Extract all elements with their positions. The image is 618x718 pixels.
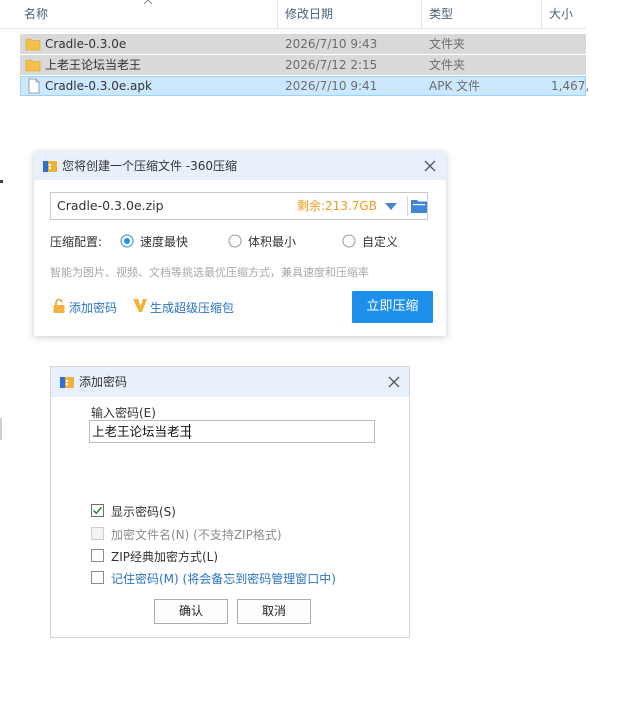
dropdown-arrow-icon[interactable] <box>385 203 397 210</box>
cancel-button[interactable]: 取消 <box>237 599 311 624</box>
file-name: 上老王论坛当老王 <box>45 58 142 72</box>
radio-smallest[interactable] <box>228 234 242 248</box>
browse-folder-icon[interactable] <box>411 199 427 213</box>
edge-fragment <box>0 180 3 183</box>
close-icon[interactable] <box>387 375 401 389</box>
password-input[interactable]: 上老王论坛当老王 <box>89 420 375 443</box>
password-value: 上老王论坛当老王 <box>92 424 193 439</box>
file-type: APK 文件 <box>429 79 481 93</box>
compress-dialog: 您将创建一个压缩文件 -360压缩 Cradle-0.3.0e.zip 剩余:2… <box>34 152 446 336</box>
archive-app-icon <box>60 377 74 388</box>
checkmark-icon <box>93 506 103 515</box>
column-divider[interactable] <box>421 0 422 28</box>
dialog-title: 添加密码 <box>79 375 128 389</box>
field-divider <box>407 196 408 216</box>
compress-now-button[interactable]: 立即压缩 <box>352 291 433 323</box>
file-name: Cradle-0.3.0e <box>45 37 127 51</box>
archive-filename: Cradle-0.3.0e.zip <box>57 198 164 213</box>
file-date: 2026/7/10 9:41 <box>285 79 378 93</box>
radio-label-fastest[interactable]: 速度最快 <box>140 233 188 250</box>
folder-icon <box>25 38 41 51</box>
encrypt-filenames-label: 加密文件名(N) (不支持ZIP格式) <box>111 528 282 542</box>
file-date: 2026/7/12 2:15 <box>285 58 378 72</box>
column-header-date[interactable]: 修改日期 <box>279 0 421 28</box>
show-password-checkbox[interactable] <box>91 504 104 517</box>
super-package-v-icon[interactable] <box>132 297 148 313</box>
lock-icon[interactable] <box>52 298 66 314</box>
radio-label-smallest[interactable]: 体积最小 <box>248 233 296 250</box>
password-dialog: 添加密码 输入密码(E) 上老王论坛当老王 显示密码(S) 加密文件名(N) (… <box>50 366 410 638</box>
show-password-label[interactable]: 显示密码(S) <box>111 503 176 520</box>
add-password-link[interactable]: 添加密码 <box>69 299 117 316</box>
encrypt-filenames-checkbox <box>91 527 104 540</box>
radio-custom[interactable] <box>342 234 356 248</box>
radio-label-custom[interactable]: 自定义 <box>362 233 398 250</box>
file-type: 文件夹 <box>429 58 466 72</box>
file-type: 文件夹 <box>429 37 466 51</box>
dialog-title-bar[interactable]: 添加密码 <box>51 367 409 397</box>
column-divider[interactable] <box>541 0 542 28</box>
folder-icon <box>25 59 41 72</box>
file-row[interactable]: Cradle-0.3.0e 2026/7/10 9:43 文件夹 <box>20 34 586 54</box>
remember-password-checkbox[interactable] <box>91 571 104 584</box>
column-header-size[interactable]: 大小 <box>543 0 586 28</box>
edge-fragment <box>0 418 2 440</box>
dialog-title: 您将创建一个压缩文件 -360压缩 <box>62 159 238 173</box>
archive-filename-field[interactable]: Cradle-0.3.0e.zip 剩余:213.7GB <box>50 192 428 220</box>
remaining-space: 剩余:213.7GB <box>297 199 377 213</box>
remember-password-label[interactable]: 记住密码(M) (将会备忘到密码管理窗口中) <box>111 570 336 587</box>
column-divider[interactable] <box>277 0 278 28</box>
file-size: 1,467, <box>551 79 590 93</box>
file-icon <box>28 78 40 94</box>
file-date: 2026/7/10 9:43 <box>285 37 378 51</box>
close-icon[interactable] <box>423 159 437 173</box>
compress-hint: 智能为图片、视频、文档等挑选最优压缩方式，兼具速度和压缩率 <box>50 266 369 279</box>
column-header-name[interactable]: 名称 <box>18 0 277 28</box>
compress-config-label: 压缩配置: <box>50 235 103 249</box>
file-list-header: 名称 修改日期 类型 大小 <box>0 0 586 29</box>
file-row[interactable]: 上老王论坛当老王 2026/7/12 2:15 文件夹 <box>20 55 586 75</box>
super-package-link[interactable]: 生成超级压缩包 <box>150 299 234 316</box>
confirm-button[interactable]: 确认 <box>154 599 228 624</box>
file-row-selected[interactable]: Cradle-0.3.0e.apk 2026/7/10 9:41 APK 文件 … <box>20 76 590 96</box>
dialog-title-bar[interactable]: 您将创建一个压缩文件 -360压缩 <box>34 152 446 180</box>
text-caret <box>189 424 190 439</box>
zip-classic-encryption-checkbox[interactable] <box>91 549 104 562</box>
archive-app-icon <box>43 161 57 172</box>
radio-fastest[interactable] <box>120 234 134 248</box>
zip-classic-encryption-label[interactable]: ZIP经典加密方式(L) <box>111 548 218 565</box>
column-header-type[interactable]: 类型 <box>423 0 541 28</box>
file-name: Cradle-0.3.0e.apk <box>45 79 152 93</box>
password-input-label: 输入密码(E) <box>91 406 156 420</box>
